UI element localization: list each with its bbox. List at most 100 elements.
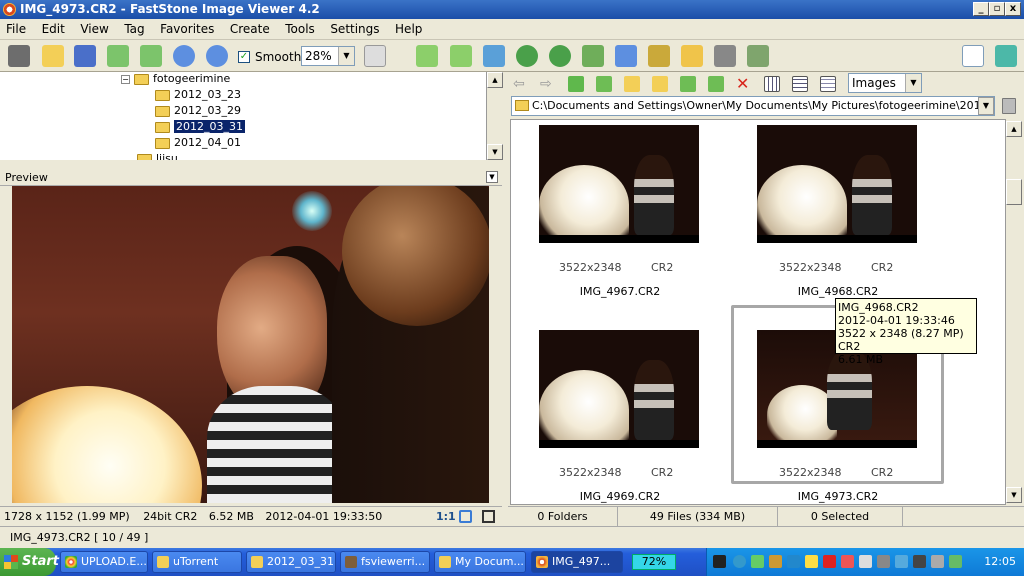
thumbnails-view-icon[interactable] — [764, 76, 780, 92]
task-mydocuments[interactable]: My Docum... — [434, 551, 526, 573]
zoom-in-icon[interactable] — [173, 45, 195, 67]
slideshow-icon[interactable] — [648, 45, 670, 67]
crop-icon[interactable] — [450, 45, 472, 67]
zoom-select[interactable]: 28% ▼ — [301, 46, 355, 66]
menu-help[interactable]: Help — [389, 19, 428, 40]
clock[interactable]: 12:05 — [984, 548, 1016, 576]
layout-icon[interactable] — [962, 45, 984, 67]
start-button[interactable]: Start — [0, 548, 59, 576]
menu-create[interactable]: Create — [224, 19, 276, 40]
menu-favorites[interactable]: Favorites — [154, 19, 220, 40]
task-imageviewer[interactable]: IMG_497... — [531, 551, 623, 573]
copy-to-icon[interactable] — [680, 76, 696, 92]
flip-icon[interactable] — [582, 45, 604, 67]
details-view-icon[interactable] — [820, 76, 836, 92]
collapse-icon[interactable]: − — [121, 74, 130, 84]
tree-item-2012_03_29[interactable]: 2012_03_29 — [155, 103, 241, 119]
fullscreen-preview-icon[interactable] — [482, 510, 495, 523]
scroll-thumb[interactable] — [1006, 179, 1022, 205]
hand-tool-icon[interactable] — [364, 45, 386, 67]
antivirus-icon[interactable] — [823, 555, 836, 568]
forward-arrow-icon[interactable]: ⇨ — [540, 76, 556, 92]
filter-select[interactable]: Images ▼ — [848, 73, 922, 93]
up-folder-icon[interactable] — [568, 76, 584, 92]
print-icon[interactable] — [714, 45, 736, 67]
filmstrip-icon[interactable] — [615, 45, 637, 67]
tray-app-icon[interactable] — [769, 555, 782, 568]
folder-count: 0 Folders — [508, 507, 618, 526]
menu-file[interactable]: File — [0, 19, 32, 40]
tree-scrollbar[interactable]: ▲ ▼ — [487, 72, 503, 160]
tree-item-fotogeerimine[interactable]: − fotogeerimine — [121, 72, 230, 87]
color-balance-icon[interactable] — [483, 45, 505, 67]
camera-icon[interactable] — [8, 45, 30, 67]
safely-remove-icon[interactable] — [751, 555, 764, 568]
list-view-icon[interactable] — [792, 76, 808, 92]
email-icon[interactable] — [681, 45, 703, 67]
thumbnail-item[interactable]: 3522x2348 CR2 IMG_4969.CR2 — [511, 325, 721, 504]
rotate-right-icon[interactable] — [549, 45, 571, 67]
favorite-folder-icon[interactable] — [652, 76, 668, 92]
smooth-checkbox[interactable]: ✓ — [238, 51, 250, 63]
hand-dropdown-icon[interactable] — [386, 45, 402, 67]
task-fsviewer[interactable]: fsviewerri... — [340, 551, 430, 573]
move-to-icon[interactable] — [708, 76, 724, 92]
thumbnail-item[interactable]: 3522x2348 CR2 IMG_4968.CR2 — [729, 120, 939, 310]
fullscreen-icon[interactable] — [995, 45, 1017, 67]
close-button[interactable]: x — [1005, 2, 1021, 16]
open-folder-icon[interactable] — [42, 45, 64, 67]
menu-edit[interactable]: Edit — [36, 19, 71, 40]
save-icon[interactable] — [74, 45, 96, 67]
fit-icon[interactable] — [459, 510, 472, 523]
browser-scrollbar[interactable]: ▲ ▼ — [1006, 119, 1022, 505]
refresh-icon[interactable] — [596, 76, 612, 92]
network-icon[interactable] — [733, 555, 746, 568]
volume-icon[interactable] — [859, 555, 872, 568]
delete-icon[interactable]: ✕ — [736, 76, 752, 92]
tree-item-liisu[interactable]: liisu — [137, 151, 178, 160]
actual-size-button[interactable]: 1:1 — [436, 507, 456, 526]
task-upload[interactable]: UPLOAD.E... — [60, 551, 148, 573]
zoom-out-icon[interactable] — [206, 45, 228, 67]
address-dropdown-icon[interactable]: ▼ — [978, 97, 994, 115]
plug-icon[interactable] — [713, 555, 726, 568]
notes-icon[interactable] — [805, 555, 818, 568]
menu-view[interactable]: View — [74, 19, 114, 40]
address-bar[interactable]: C:\Documents and Settings\Owner\My Docum… — [511, 96, 995, 116]
device-icon[interactable] — [877, 555, 890, 568]
next-arrow-icon[interactable] — [140, 45, 162, 67]
menu-tag[interactable]: Tag — [118, 19, 150, 40]
scroll-up-icon[interactable]: ▲ — [487, 72, 503, 88]
resize-icon[interactable] — [416, 45, 438, 67]
battery-indicator[interactable]: 72% — [632, 554, 676, 570]
menu-settings[interactable]: Settings — [324, 19, 385, 40]
tree-item-2012_03_31[interactable]: 2012_03_31 — [155, 119, 246, 135]
task-folder[interactable]: 2012_03_31 — [246, 551, 336, 573]
tree-item-2012_04_01[interactable]: 2012_04_01 — [155, 135, 241, 151]
task-label: fsviewerri... — [361, 555, 426, 568]
display-icon[interactable] — [913, 555, 926, 568]
folder-icon — [155, 89, 170, 101]
minimize-button[interactable]: _ — [973, 2, 989, 16]
prev-arrow-icon[interactable] — [107, 45, 129, 67]
bluetooth-icon[interactable] — [787, 555, 800, 568]
new-folder-icon[interactable] — [624, 76, 640, 92]
scroll-down-icon[interactable]: ▼ — [487, 144, 503, 160]
scroll-down-icon[interactable]: ▼ — [1006, 487, 1022, 503]
rotate-left-icon[interactable] — [516, 45, 538, 67]
monitor-icon[interactable] — [895, 555, 908, 568]
trash-icon[interactable] — [1002, 98, 1016, 114]
settings-check-icon[interactable] — [747, 45, 769, 67]
collapse-preview-icon[interactable]: ▼ — [486, 171, 498, 183]
usb-icon[interactable] — [931, 555, 944, 568]
menu-tools[interactable]: Tools — [279, 19, 321, 40]
scroll-up-icon[interactable]: ▲ — [1006, 121, 1022, 137]
back-arrow-icon[interactable]: ⇦ — [513, 76, 529, 92]
tooltip-filename: IMG_4968.CR2 — [838, 301, 919, 314]
thumbnail-item[interactable]: 3522x2348 CR2 IMG_4967.CR2 — [511, 120, 721, 310]
tree-item-2012_03_23[interactable]: 2012_03_23 — [155, 87, 241, 103]
maximize-button[interactable]: ▫ — [989, 2, 1005, 16]
task-utorrent[interactable]: uTorrent — [152, 551, 242, 573]
security-icon[interactable] — [949, 555, 962, 568]
alert-icon[interactable] — [841, 555, 854, 568]
